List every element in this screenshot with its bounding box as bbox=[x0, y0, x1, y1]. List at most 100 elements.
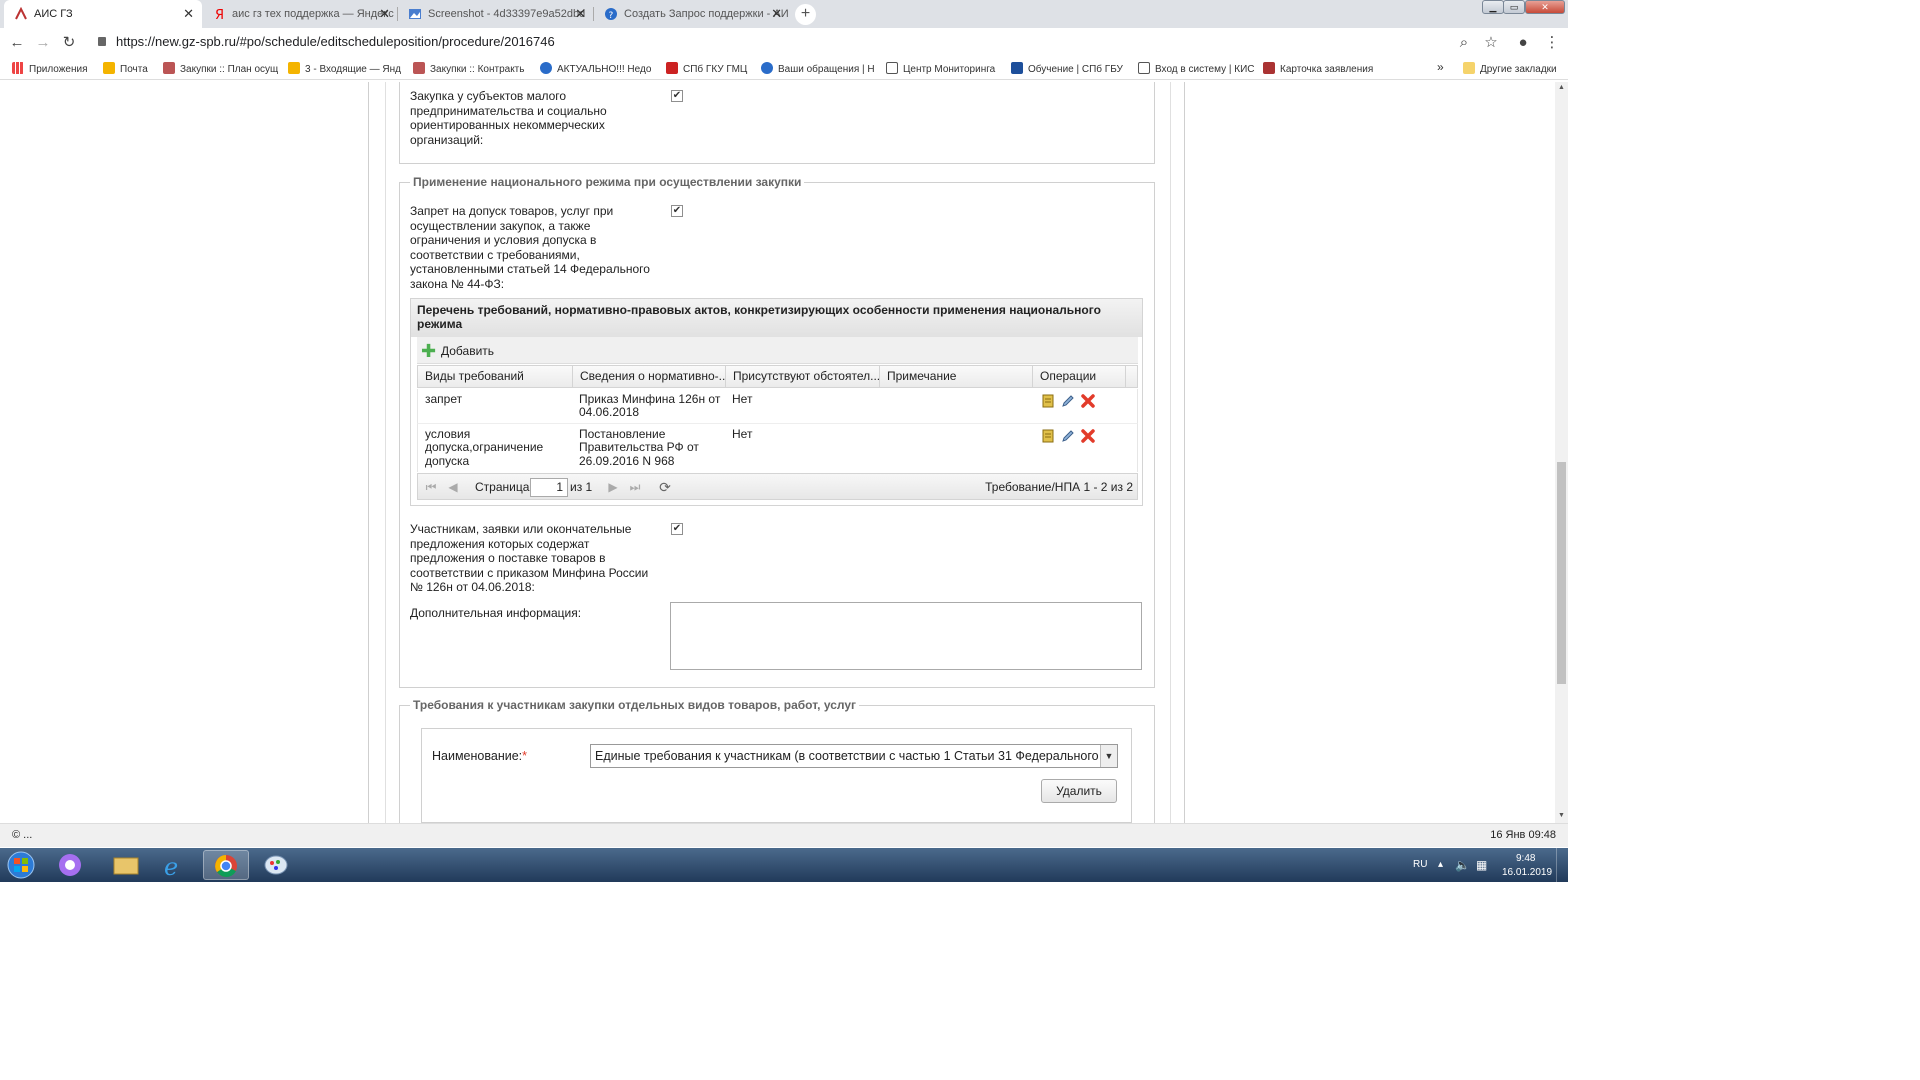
profile-icon[interactable]: ● bbox=[1513, 33, 1533, 53]
participants-checkbox[interactable]: ✔ bbox=[671, 523, 683, 535]
cell-present: Нет bbox=[732, 427, 753, 441]
back-arrow-icon[interactable]: ← bbox=[7, 33, 27, 53]
page-number-input[interactable]: 1 bbox=[530, 478, 568, 497]
network-icon[interactable]: ▦ bbox=[1476, 858, 1487, 872]
next-page-icon[interactable]: ▶ bbox=[606, 480, 620, 494]
volume-icon[interactable]: 🔈 bbox=[1455, 858, 1470, 872]
cell-type: запрет bbox=[425, 392, 463, 406]
grid-title: Перечень требований, нормативно-правовых… bbox=[411, 299, 1142, 337]
page-icon bbox=[886, 62, 898, 74]
new-tab-button[interactable]: + bbox=[795, 4, 816, 25]
close-tab-icon[interactable]: ✕ bbox=[183, 0, 194, 28]
tab-yandex[interactable]: Я аис гз тех поддержка — Яндекс ✕ bbox=[202, 0, 398, 28]
add-button[interactable]: ✚ Добавить bbox=[421, 342, 494, 360]
minimize-window-button[interactable]: ▁ bbox=[1482, 0, 1504, 14]
bookmark-requests[interactable]: Ваши обращения | Н bbox=[761, 62, 875, 75]
bookmark-actual[interactable]: АКТУАЛЬНО!!! Недо bbox=[540, 62, 651, 75]
bookmark-monitoring[interactable]: Центр Мониторинга bbox=[886, 62, 995, 75]
table-row[interactable]: условия допуска,ограничение допуска Пост… bbox=[417, 424, 1138, 472]
tab-ais-gz[interactable]: АИС ГЗ ✕ bbox=[4, 0, 202, 28]
explorer-taskbar-icon[interactable] bbox=[102, 850, 148, 880]
close-tab-icon[interactable]: ✕ bbox=[771, 0, 782, 28]
os-taskbar: e RU ▴ 🔈 ▦ 9:48 16.01.2019 bbox=[0, 848, 1568, 882]
show-desktop-button[interactable] bbox=[1556, 848, 1568, 882]
scrollbar-thumb[interactable] bbox=[1557, 462, 1566, 684]
reload-icon[interactable]: ↻ bbox=[59, 33, 79, 53]
plus-icon: ✚ bbox=[421, 341, 437, 361]
column-header-circumstances[interactable]: Присутствуют обстоятел... bbox=[726, 366, 880, 387]
bookmark-inbox[interactable]: 3 - Входящие — Янд bbox=[288, 62, 401, 75]
svg-text:?: ? bbox=[609, 11, 614, 21]
bookmark-star-icon[interactable]: ☆ bbox=[1481, 33, 1501, 53]
svg-text:e: e bbox=[164, 853, 178, 880]
column-header-note[interactable]: Примечание bbox=[880, 366, 1033, 387]
chrome-taskbar-icon[interactable] bbox=[203, 850, 249, 880]
edit-pencil-icon[interactable] bbox=[1060, 428, 1076, 444]
close-tab-icon[interactable]: ✕ bbox=[575, 0, 586, 28]
svg-text:Я: Я bbox=[215, 8, 224, 21]
zoom-icon[interactable]: ⌕ bbox=[1454, 33, 1474, 53]
tray-expand-icon[interactable]: ▴ bbox=[1438, 859, 1443, 870]
participants-label: Участникам, заявки или окончательные пре… bbox=[410, 522, 649, 595]
bookmark-apps[interactable]: Приложения bbox=[12, 62, 88, 75]
browser-tab-strip: АИС ГЗ ✕ Я аис гз тех поддержка — Яндекс… bbox=[0, 0, 1568, 28]
grid-toolbar: ✚ Добавить bbox=[417, 337, 1138, 364]
maximize-window-button[interactable]: ▭ bbox=[1503, 0, 1525, 14]
other-bookmarks[interactable]: Другие закладки bbox=[1463, 62, 1557, 75]
small-business-checkbox[interactable]: ✔ bbox=[671, 90, 683, 102]
view-scroll-icon[interactable] bbox=[1040, 428, 1056, 444]
delete-button[interactable]: Удалить bbox=[1041, 779, 1117, 803]
refresh-icon[interactable]: ⟳ bbox=[658, 480, 672, 494]
chevron-down-icon[interactable]: ▼ bbox=[1100, 745, 1117, 767]
windows-logo-icon bbox=[7, 851, 35, 879]
table-row[interactable]: запрет Приказ Минфина 126н от 04.06.2018… bbox=[417, 389, 1138, 424]
column-header-npa[interactable]: Сведения о нормативно-... bbox=[573, 366, 726, 387]
menu-kebab-icon[interactable]: ⋮ bbox=[1542, 33, 1562, 53]
small-business-label: Закупка у субъектов малого предпринимате… bbox=[410, 89, 607, 147]
ais-favicon-icon bbox=[15, 7, 27, 20]
page-icon bbox=[1138, 62, 1150, 74]
tab-screenshot[interactable]: Screenshot - 4d33397e9a52dbd ✕ bbox=[398, 0, 594, 28]
column-header-operations[interactable]: Операции bbox=[1033, 366, 1126, 387]
mail-icon bbox=[103, 62, 115, 74]
paint-taskbar-icon[interactable] bbox=[254, 850, 300, 880]
column-header-type[interactable]: Виды требований bbox=[418, 366, 573, 387]
close-window-button[interactable]: ✕ bbox=[1525, 0, 1565, 14]
alice-taskbar-icon[interactable] bbox=[50, 850, 96, 880]
requirement-name-select[interactable]: Единые требования к участникам (в соотве… bbox=[590, 744, 1118, 768]
bookmark-login[interactable]: Вход в систему | КИС bbox=[1138, 62, 1254, 75]
bookmark-gmc[interactable]: СПб ГКУ ГМЦ bbox=[666, 62, 747, 75]
bookmark-mail[interactable]: Почта bbox=[103, 62, 148, 75]
prev-page-icon[interactable]: ◀ bbox=[446, 480, 460, 494]
add-button-label: Добавить bbox=[441, 344, 495, 358]
scroll-down-icon[interactable]: ▼ bbox=[1558, 812, 1565, 819]
bookmark-plan[interactable]: Закупки :: План осущ bbox=[163, 62, 278, 75]
bookmark-card[interactable]: Карточка заявления bbox=[1263, 62, 1373, 75]
bookmark-contracts[interactable]: Закупки :: Контракть bbox=[413, 62, 524, 75]
bookmarks-more-button[interactable]: » bbox=[1437, 60, 1444, 74]
last-page-icon[interactable]: ⏭ bbox=[628, 480, 642, 494]
tray-time[interactable]: 9:48 bbox=[1516, 853, 1535, 864]
ie-taskbar-icon[interactable]: e bbox=[152, 850, 198, 881]
close-tab-icon[interactable]: ✕ bbox=[379, 0, 390, 28]
additional-info-textarea[interactable] bbox=[670, 602, 1142, 670]
edit-pencil-icon[interactable] bbox=[1060, 393, 1076, 409]
page-viewport: Закупка у субъектов малого предпринимате… bbox=[0, 82, 1555, 823]
bookmark-learning[interactable]: Обучение | СПб ГБУ bbox=[1011, 62, 1123, 75]
first-page-icon[interactable]: ⏮ bbox=[424, 480, 438, 494]
delete-x-icon[interactable] bbox=[1080, 428, 1096, 444]
ban-checkbox[interactable]: ✔ bbox=[671, 205, 683, 217]
start-button[interactable] bbox=[4, 850, 44, 880]
cell-npa: Постановление Правительства РФ от 26.09.… bbox=[579, 427, 699, 468]
forward-arrow-icon[interactable]: → bbox=[33, 33, 53, 53]
name-label: Наименование:* bbox=[432, 749, 527, 763]
tray-date[interactable]: 16.01.2019 bbox=[1502, 867, 1552, 878]
page-scrollbar[interactable]: ▲ ▼ bbox=[1555, 82, 1568, 823]
grid-pager: ⏮ ◀ Страница 1 из 1 ▶ ⏭ ⟳ Требование/НПА… bbox=[417, 473, 1138, 500]
address-bar[interactable]: https://new.gz-spb.ru/#po/schedule/edits… bbox=[116, 34, 555, 49]
keyboard-language[interactable]: RU bbox=[1413, 859, 1427, 870]
tab-support-request[interactable]: ? Создать Запрос поддержки - АИ ✕ bbox=[594, 0, 790, 28]
view-scroll-icon[interactable] bbox=[1040, 393, 1056, 409]
delete-x-icon[interactable] bbox=[1080, 393, 1096, 409]
scroll-up-icon[interactable]: ▲ bbox=[1558, 84, 1565, 91]
